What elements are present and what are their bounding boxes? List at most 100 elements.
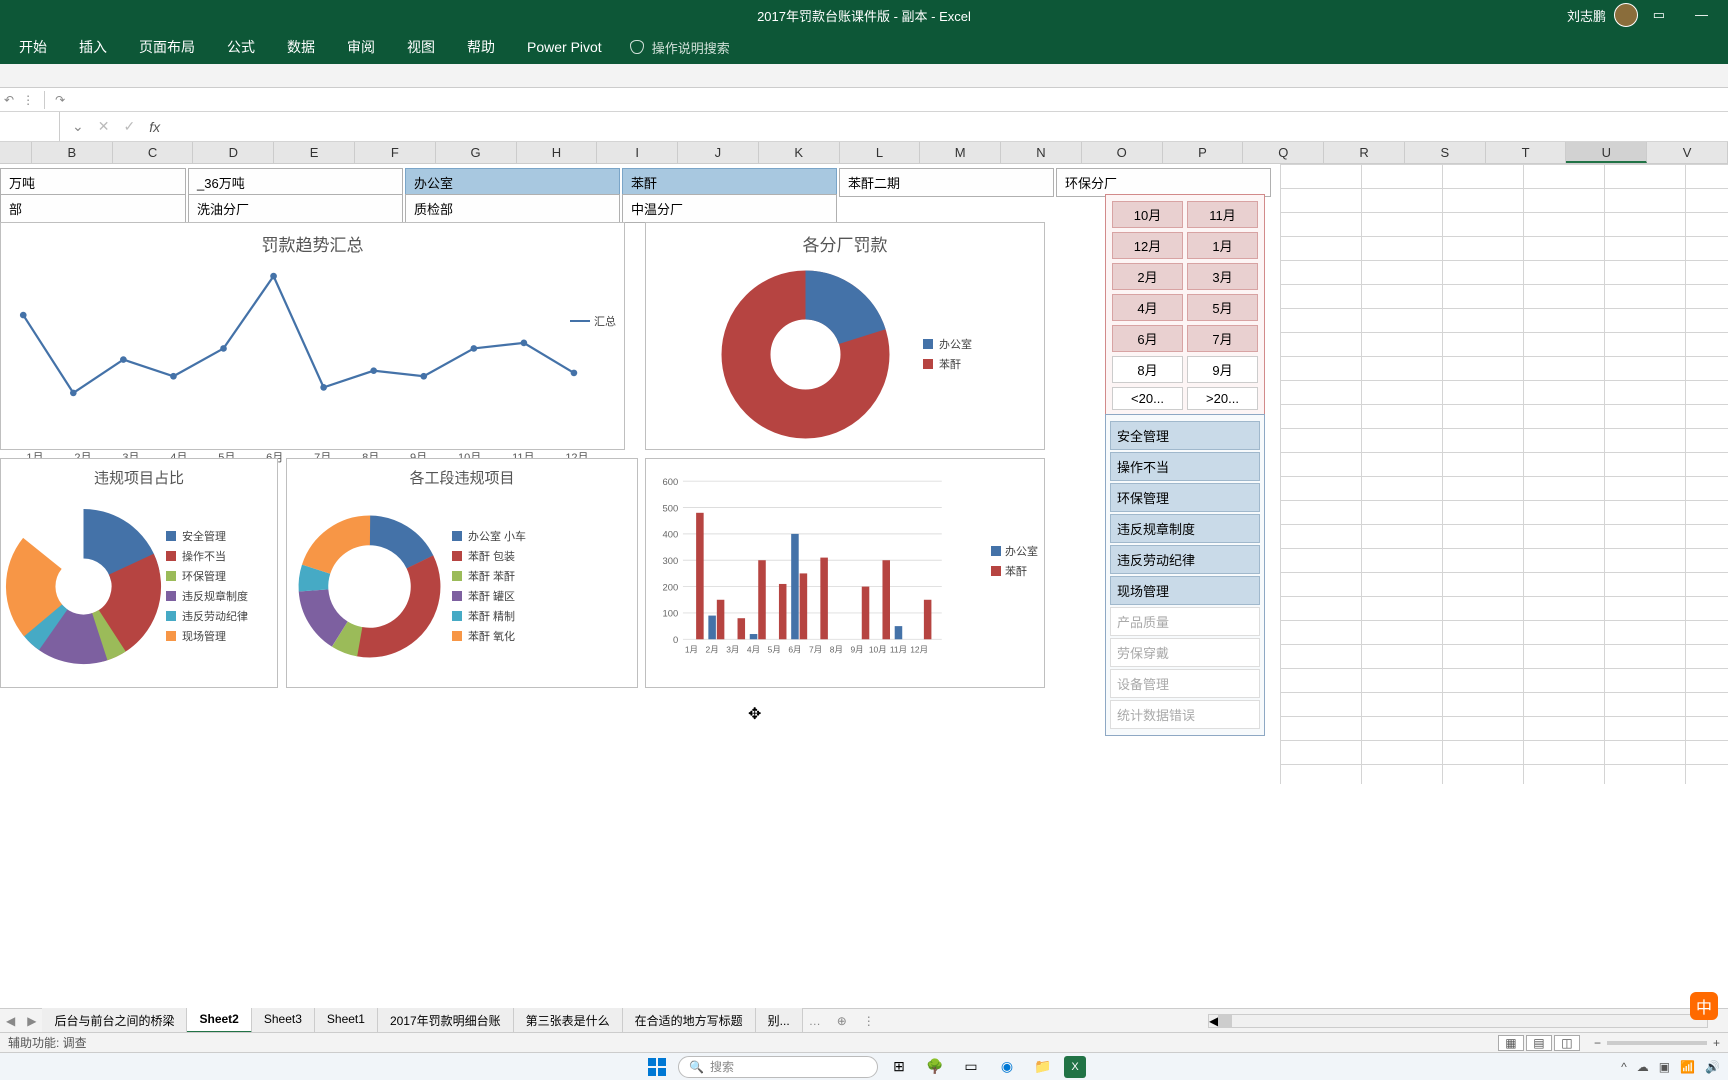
zoom-in-icon[interactable]: + (1713, 1036, 1720, 1050)
column-header[interactable]: V (1647, 142, 1728, 163)
slicer-month-item[interactable]: 12月 (1112, 232, 1183, 259)
slicer-item[interactable]: 部 (0, 194, 186, 223)
slicer-month-item[interactable]: >20... (1187, 387, 1258, 410)
chart-donut-factories[interactable]: 各分厂罚款 办公室苯酐 (645, 222, 1045, 450)
volume-icon[interactable]: 🔊 (1705, 1060, 1720, 1074)
column-header[interactable]: M (920, 142, 1001, 163)
slicer-month-item[interactable]: 7月 (1187, 325, 1258, 352)
sheet-tab[interactable]: 后台与前台之间的桥梁 (42, 1008, 187, 1033)
ribbon-tab[interactable]: 数据 (273, 29, 329, 65)
sheet-add-icon[interactable]: ⊕ (827, 1014, 857, 1028)
chart-bar-monthly[interactable]: 0100200300400500600 1月2月3月4月5月6月7月8月9月10… (645, 458, 1045, 688)
name-box[interactable] (0, 112, 60, 141)
column-header[interactable]: U (1566, 142, 1647, 163)
chart-line-trend[interactable]: 罚款趋势汇总 汇总 1月2月3月4月5月6月7月8月9月10月11月12月 (0, 222, 625, 450)
worksheet-area[interactable]: 万吨_36万吨办公室苯酐苯酐二期环保分厂 部洗油分厂质检部中温分厂 罚款趋势汇总… (0, 164, 1728, 784)
ribbon-display-icon[interactable]: ▭ (1653, 7, 1665, 23)
ribbon-tab[interactable]: 插入 (65, 29, 121, 65)
slicer-item[interactable]: 洗油分厂 (188, 194, 403, 223)
chart-donut-sections[interactable]: 各工段违规项目 办公室 小车苯酐 包装苯酐 苯酐苯酐 罐区苯酐 精制苯酐 氧化 (286, 458, 638, 688)
sheet-tab[interactable]: Sheet1 (315, 1008, 378, 1033)
ribbon-tab[interactable]: 页面布局 (125, 29, 209, 65)
slicer-month-item[interactable]: 6月 (1112, 325, 1183, 352)
slicer-category-item[interactable]: 产品质量 (1110, 607, 1260, 636)
sheet-more-icon[interactable]: … (803, 1014, 827, 1028)
excel-icon[interactable]: X (1064, 1056, 1086, 1078)
minimize-icon[interactable]: — (1695, 7, 1708, 23)
slicer-month-item[interactable]: 10月 (1112, 201, 1183, 228)
view-pagebreak-icon[interactable]: ◫ (1554, 1035, 1580, 1051)
slicer-month-item[interactable]: 4月 (1112, 294, 1183, 321)
slicer-item[interactable]: _36万吨 (188, 168, 403, 197)
sheet-tab[interactable]: 第三张表是什么 (514, 1008, 623, 1033)
column-header[interactable]: J (678, 142, 759, 163)
hscroll[interactable]: ◀ (881, 1014, 1728, 1028)
sheet-nav-prev-icon[interactable]: ◀ (0, 1014, 21, 1028)
column-header[interactable]: F (355, 142, 436, 163)
view-normal-icon[interactable]: ▦ (1498, 1035, 1524, 1051)
slicer-category-item[interactable]: 违反规章制度 (1110, 514, 1260, 543)
column-header[interactable]: H (517, 142, 598, 163)
enter-icon[interactable]: ✓ (123, 118, 135, 135)
sheet-tab[interactable]: 2017年罚款明细台账 (378, 1008, 514, 1033)
system-tray[interactable]: ^ ☁ ▣ 📶 🔊 (1621, 1060, 1720, 1074)
slicer-month-item[interactable]: 9月 (1187, 356, 1258, 383)
slicer-category-item[interactable]: 现场管理 (1110, 576, 1260, 605)
task-view-icon[interactable]: ⊞ (884, 1055, 914, 1079)
slicer-item[interactable]: 环保分厂 (1056, 168, 1271, 197)
column-header[interactable]: K (759, 142, 840, 163)
column-header[interactable]: B (32, 142, 113, 163)
slicer-category-item[interactable]: 违反劳动纪律 (1110, 545, 1260, 574)
qat-customize-icon[interactable]: ⋮ (18, 93, 38, 107)
edge-icon[interactable]: ◉ (992, 1055, 1022, 1079)
slicer-item[interactable]: 万吨 (0, 168, 186, 197)
column-header[interactable]: G (436, 142, 517, 163)
namebox-dropdown-icon[interactable]: ⌄ (72, 118, 84, 135)
ribbon-tab[interactable]: 公式 (213, 29, 269, 65)
slicer-month-item[interactable]: 3月 (1187, 263, 1258, 290)
slicer-item[interactable]: 办公室 (405, 168, 620, 197)
slicer-category-item[interactable]: 劳保穿戴 (1110, 638, 1260, 667)
column-header[interactable]: O (1082, 142, 1163, 163)
column-header[interactable]: R (1324, 142, 1405, 163)
slicer-month-item[interactable]: 1月 (1187, 232, 1258, 259)
redo-icon[interactable]: ↷ (51, 93, 69, 107)
slicer-months[interactable]: 10月11月12月1月2月3月4月5月6月7月8月9月<20...>20... (1105, 194, 1265, 417)
column-header[interactable]: E (274, 142, 355, 163)
fx-icon[interactable]: fx (149, 119, 160, 135)
app-icon[interactable]: ▭ (956, 1055, 986, 1079)
user-area[interactable]: 刘志鹏 (1567, 3, 1638, 27)
sheet-tab[interactable]: Sheet2 (187, 1008, 251, 1033)
slicer-month-item[interactable]: <20... (1112, 387, 1183, 410)
view-layout-icon[interactable]: ▤ (1526, 1035, 1552, 1051)
tray-app-icon[interactable]: ▣ (1659, 1060, 1670, 1074)
slicer-category-item[interactable]: 统计数据错误 (1110, 700, 1260, 729)
ribbon-tab[interactable]: 审阅 (333, 29, 389, 65)
column-header[interactable]: I (597, 142, 678, 163)
ribbon-tab[interactable]: 视图 (393, 29, 449, 65)
user-avatar-icon[interactable] (1614, 3, 1638, 27)
ribbon-tab[interactable]: 开始 (5, 29, 61, 65)
ribbon-tab[interactable]: 帮助 (453, 29, 509, 65)
sheet-tab[interactable]: 在合适的地方写标题 (623, 1008, 756, 1033)
slicer-item[interactable]: 苯酐 (622, 168, 837, 197)
column-header[interactable]: C (113, 142, 194, 163)
column-header[interactable]: Q (1243, 142, 1324, 163)
column-header[interactable]: S (1405, 142, 1486, 163)
select-all-corner[interactable] (0, 142, 32, 163)
slicer-month-item[interactable]: 5月 (1187, 294, 1258, 321)
column-header[interactable]: T (1486, 142, 1567, 163)
slicer-item[interactable]: 中温分厂 (622, 194, 837, 223)
onedrive-icon[interactable]: ☁ (1637, 1060, 1649, 1074)
column-header[interactable]: D (193, 142, 274, 163)
tray-chevron-icon[interactable]: ^ (1621, 1060, 1627, 1074)
slicer-item[interactable]: 质检部 (405, 194, 620, 223)
slicer-category-item[interactable]: 安全管理 (1110, 421, 1260, 450)
widgets-icon[interactable]: 🌳 (920, 1055, 950, 1079)
slicer-category-item[interactable]: 环保管理 (1110, 483, 1260, 512)
ime-indicator[interactable]: 中 (1690, 992, 1718, 1020)
explorer-icon[interactable]: 📁 (1028, 1055, 1058, 1079)
scroll-thumb[interactable] (1218, 1014, 1232, 1028)
zoom-out-icon[interactable]: − (1594, 1036, 1601, 1050)
zoom-control[interactable]: − + (1594, 1036, 1720, 1050)
